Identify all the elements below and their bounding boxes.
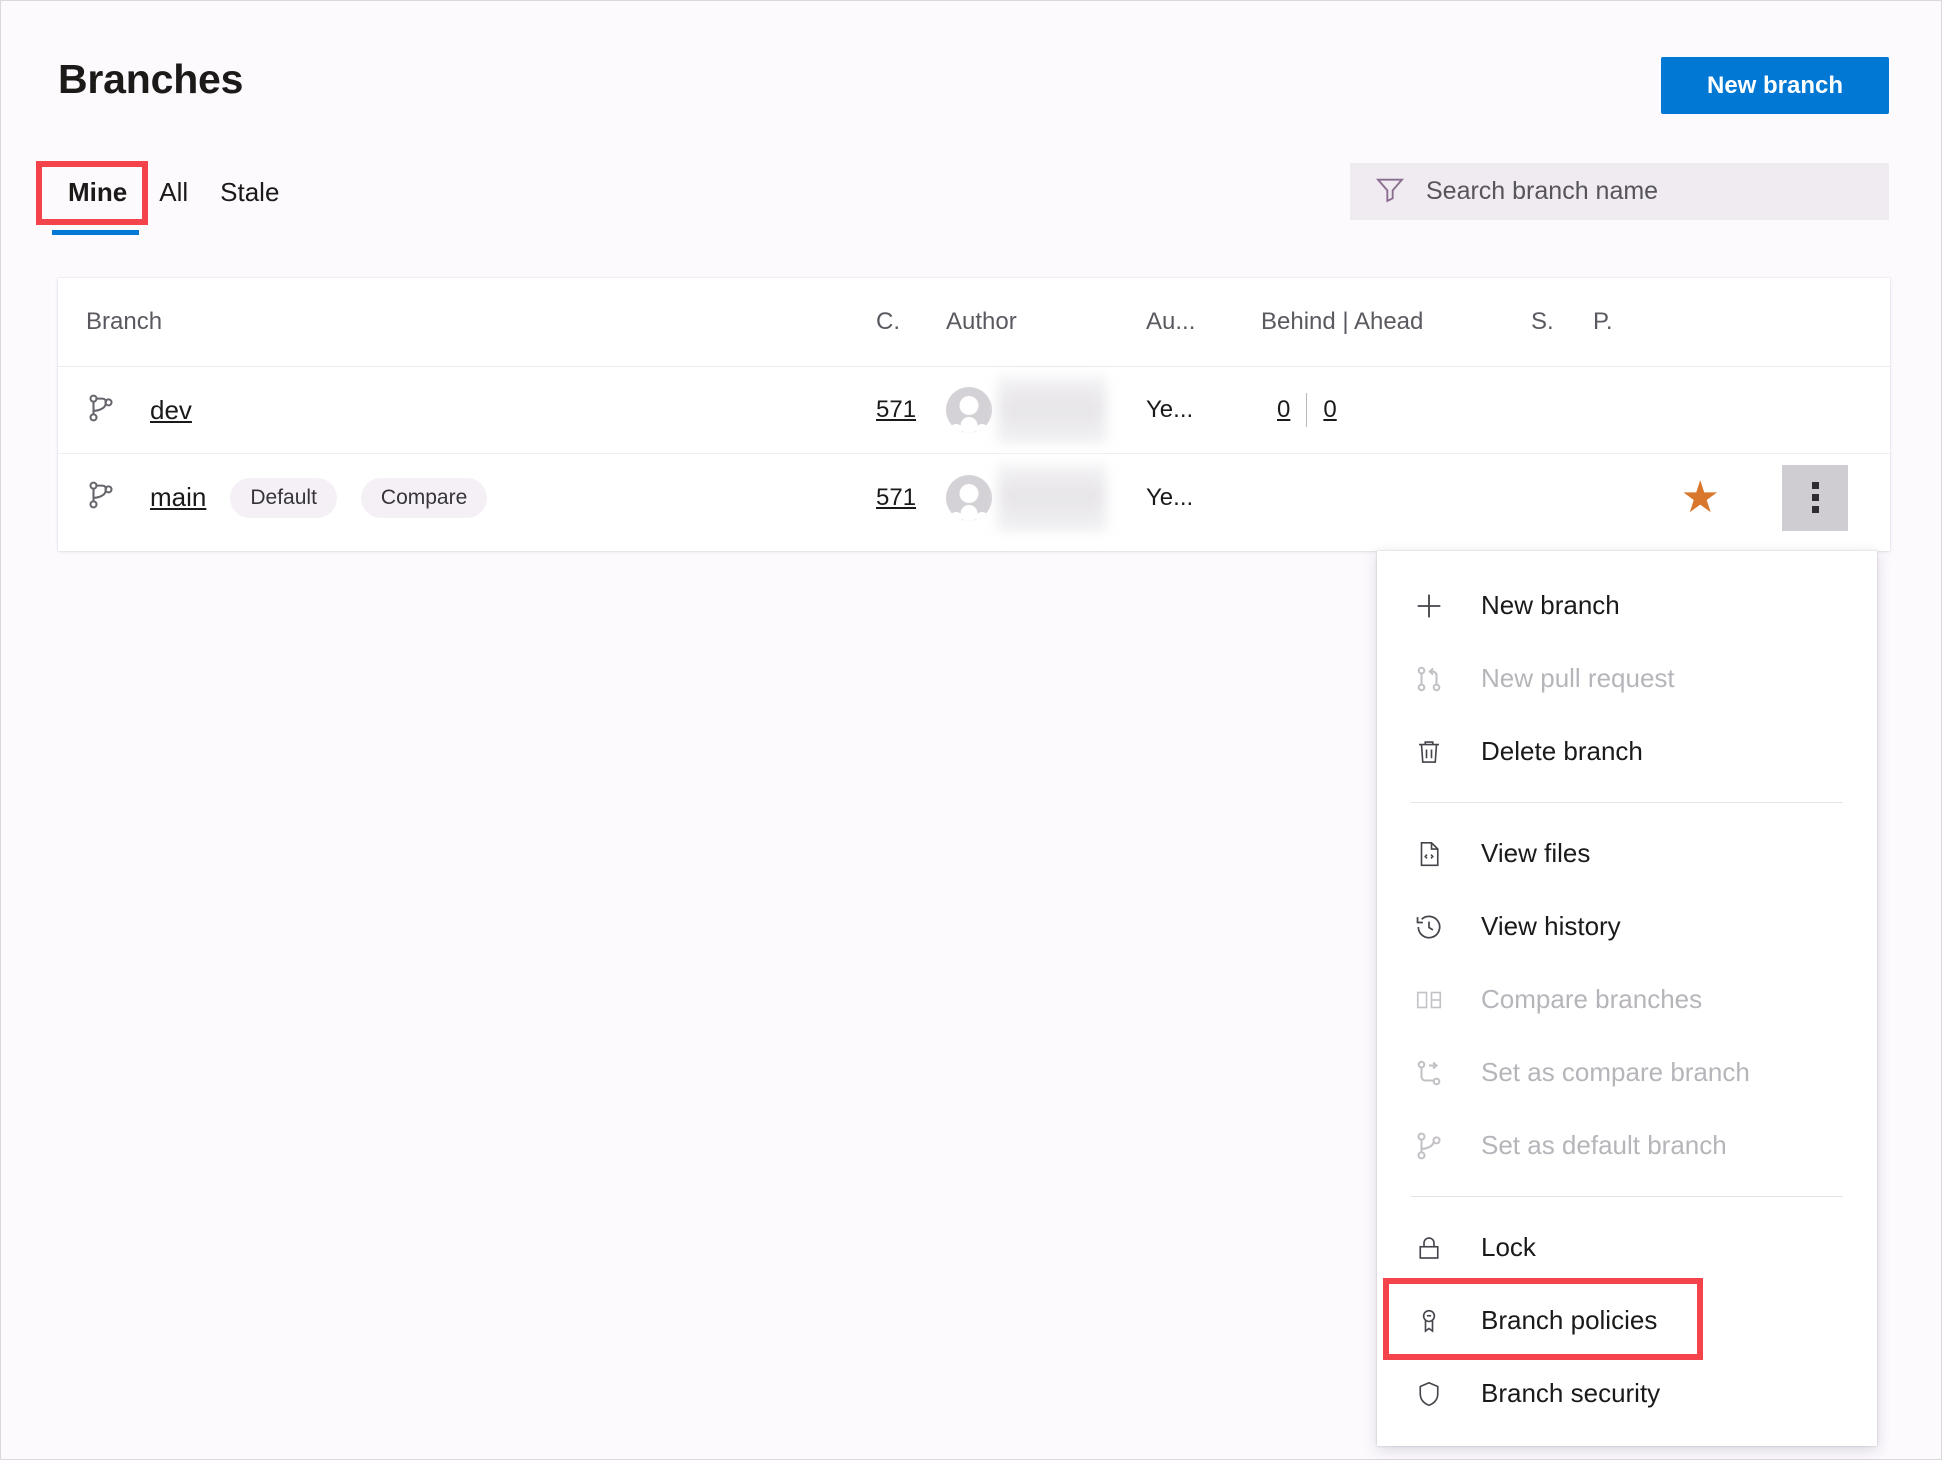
plus-icon (1411, 588, 1447, 624)
column-header-pull-request[interactable]: P. (1593, 308, 1613, 335)
behind-count-link[interactable]: 0 (1261, 396, 1306, 424)
menu-item-label: Lock (1481, 1232, 1536, 1262)
menu-item-label: View history (1481, 911, 1621, 941)
author-name-redacted (998, 464, 1106, 531)
menu-divider (1411, 802, 1843, 803)
commit-id-link[interactable]: 571 (876, 396, 916, 423)
menu-item-branch-security[interactable]: Branch security (1377, 1357, 1877, 1430)
avatar (946, 474, 992, 521)
ahead-count-link[interactable]: 0 (1307, 396, 1352, 424)
commit-id-link[interactable]: 571 (876, 484, 916, 511)
new-branch-button-label: New branch (1706, 71, 1844, 99)
menu-item-view-history[interactable]: View history (1377, 890, 1877, 963)
behind-ahead-cell: 0 0 (1261, 393, 1531, 427)
menu-item-set-as-compare-branch: Set as compare branch (1377, 1036, 1877, 1109)
default-badge: Default (230, 477, 337, 518)
avatar (946, 387, 992, 433)
ribbon-icon (1411, 1303, 1447, 1339)
branch-icon (86, 480, 116, 515)
kebab-dot (1811, 506, 1819, 513)
menu-item-label: Branch security (1481, 1378, 1661, 1408)
column-header-branch[interactable]: Branch (86, 308, 162, 336)
branch-icon (1411, 1128, 1447, 1164)
search-input[interactable] (1426, 177, 1856, 206)
kebab-dot (1811, 482, 1819, 489)
tab-all[interactable]: All (143, 166, 204, 218)
trash-icon (1411, 734, 1447, 770)
menu-item-label: Delete branch (1481, 736, 1643, 766)
menu-item-label: View files (1481, 838, 1591, 868)
compare-icon (1411, 982, 1447, 1018)
branch-filter-tabs: Mine All Stale (52, 166, 295, 235)
menu-item-label: New pull request (1481, 663, 1675, 693)
menu-divider (1411, 1196, 1843, 1197)
history-icon (1411, 909, 1447, 945)
page-title: Branches (58, 56, 244, 102)
column-header-author[interactable]: Author (946, 308, 1017, 336)
author-name-redacted (998, 377, 1106, 443)
branches-table: Branch C. Author Au... Behind | Ahead S.… (58, 278, 1890, 551)
tab-mine[interactable]: Mine (52, 166, 143, 235)
menu-item-view-files[interactable]: View files (1377, 817, 1877, 890)
kebab-dot (1811, 494, 1819, 501)
table-row[interactable]: dev 571 Ye... 0 0 (58, 367, 1890, 454)
menu-item-set-as-default-branch: Set as default branch (1377, 1109, 1877, 1182)
menu-item-compare-branches: Compare branches (1377, 963, 1877, 1036)
filter-icon (1374, 173, 1406, 210)
menu-item-new-pull-request: New pull request (1377, 642, 1877, 715)
favorite-star-icon[interactable]: ★ (1681, 475, 1720, 520)
lock-icon (1411, 1230, 1447, 1266)
menu-item-new-branch[interactable]: New branch (1377, 569, 1877, 642)
menu-item-label: Set as default branch (1481, 1130, 1727, 1160)
menu-item-label: Compare branches (1481, 984, 1703, 1014)
menu-item-label: New branch (1481, 590, 1620, 620)
column-header-behind-ahead[interactable]: Behind | Ahead (1261, 308, 1423, 335)
table-header-row: Branch C. Author Au... Behind | Ahead S.… (58, 278, 1890, 367)
menu-item-delete-branch[interactable]: Delete branch (1377, 715, 1877, 788)
branch-name-link[interactable]: dev (150, 395, 192, 426)
column-header-authored-date[interactable]: Au... (1146, 308, 1195, 335)
branch-name-link[interactable]: main (150, 482, 206, 513)
set-compare-icon (1411, 1055, 1447, 1091)
table-row[interactable]: main Default Compare 571 Ye... ★ (58, 454, 1890, 541)
compare-badge: Compare (360, 477, 488, 518)
authored-date: Ye... (1146, 396, 1194, 423)
authored-date: Ye... (1146, 483, 1194, 511)
search-branch-box[interactable] (1350, 163, 1889, 220)
pull-request-icon (1411, 661, 1447, 697)
branch-context-menu: New branch New pull request Delete branc… (1377, 551, 1877, 1446)
column-header-status[interactable]: S. (1531, 308, 1554, 335)
file-code-icon (1411, 836, 1447, 872)
branch-icon (86, 393, 116, 428)
shield-icon (1411, 1376, 1447, 1412)
menu-item-label: Branch policies (1481, 1305, 1658, 1335)
new-branch-button[interactable]: New branch (1661, 57, 1889, 114)
menu-item-label: Set as compare branch (1481, 1057, 1750, 1087)
menu-item-lock[interactable]: Lock (1377, 1211, 1877, 1284)
row-more-actions-button[interactable] (1782, 464, 1848, 531)
menu-item-branch-policies[interactable]: Branch policies (1377, 1284, 1877, 1357)
tab-stale[interactable]: Stale (204, 166, 295, 218)
column-header-commit[interactable]: C. (876, 308, 900, 335)
